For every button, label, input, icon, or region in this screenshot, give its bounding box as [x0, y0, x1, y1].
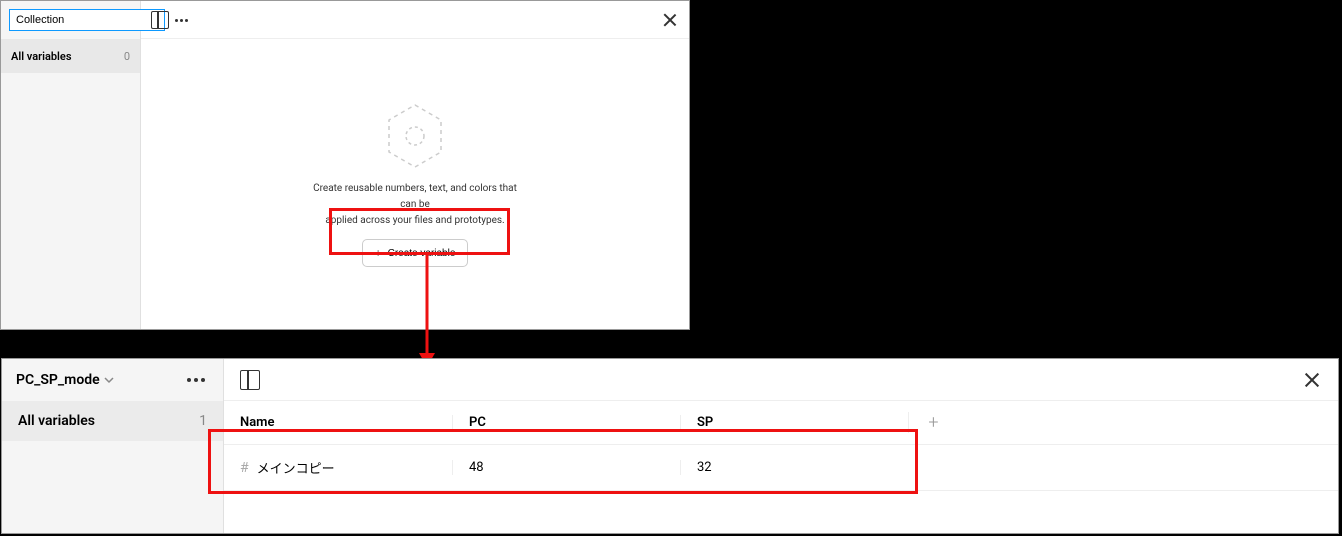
sidebar-toggle-icon[interactable]	[151, 11, 169, 29]
chevron-down-icon	[104, 375, 114, 385]
sidebar-header	[1, 1, 140, 39]
sidebar-header: PC_SP_mode	[2, 359, 223, 401]
collection-name-dropdown[interactable]: PC_SP_mode	[16, 372, 114, 388]
sidebar-item-all-variables[interactable]: All variables 0	[1, 39, 140, 73]
all-variables-label: All variables	[11, 50, 71, 63]
variables-panel-empty: All variables 0 Create reusable numbers,…	[0, 0, 690, 330]
close-icon[interactable]	[1302, 370, 1322, 390]
create-variable-button[interactable]: + Create variable	[362, 239, 469, 267]
empty-line-2: applied across your files and prototypes…	[305, 213, 525, 229]
column-header-pc[interactable]: PC	[452, 415, 680, 430]
variable-name-label: メインコピー	[257, 458, 335, 477]
variable-value-sp[interactable]: 32	[680, 460, 908, 475]
create-variable-label: Create variable	[388, 248, 456, 259]
sidebar: PC_SP_mode All variables 1	[2, 359, 224, 533]
main-area: Create reusable numbers, text, and color…	[141, 1, 689, 329]
empty-line-1: Create reusable numbers, text, and color…	[305, 181, 525, 213]
add-mode-plus-icon[interactable]: +	[928, 412, 938, 433]
more-options-button[interactable]	[183, 374, 209, 386]
sidebar-toggle-icon[interactable]	[240, 370, 260, 390]
variable-count: 0	[124, 50, 130, 63]
plus-icon: +	[375, 246, 382, 260]
sidebar: All variables 0	[1, 1, 141, 329]
toolbar	[224, 359, 1338, 401]
variable-row[interactable]: # メインコピー 48 32	[224, 445, 1338, 491]
column-header-sp[interactable]: SP	[680, 415, 908, 430]
empty-state-text: Create reusable numbers, text, and color…	[305, 181, 525, 229]
toolbar	[141, 1, 689, 39]
add-mode-column: +	[908, 412, 958, 433]
column-header-name: Name	[224, 415, 452, 430]
sidebar-item-all-variables[interactable]: All variables 1	[2, 401, 223, 441]
main-area: Name PC SP + # メインコピー 48 32	[224, 359, 1338, 533]
table-header: Name PC SP +	[224, 401, 1338, 445]
number-type-icon: #	[240, 460, 249, 476]
all-variables-label: All variables	[18, 413, 95, 429]
hexagon-icon	[385, 101, 445, 171]
variable-name-cell[interactable]: # メインコピー	[224, 458, 452, 477]
collection-name-label: PC_SP_mode	[16, 372, 100, 388]
close-icon[interactable]	[661, 11, 679, 29]
variables-panel-populated: PC_SP_mode All variables 1 Name PC SP + …	[1, 358, 1339, 534]
variable-count: 1	[199, 413, 207, 429]
empty-state: Create reusable numbers, text, and color…	[141, 39, 689, 329]
variable-value-pc[interactable]: 48	[452, 460, 680, 475]
